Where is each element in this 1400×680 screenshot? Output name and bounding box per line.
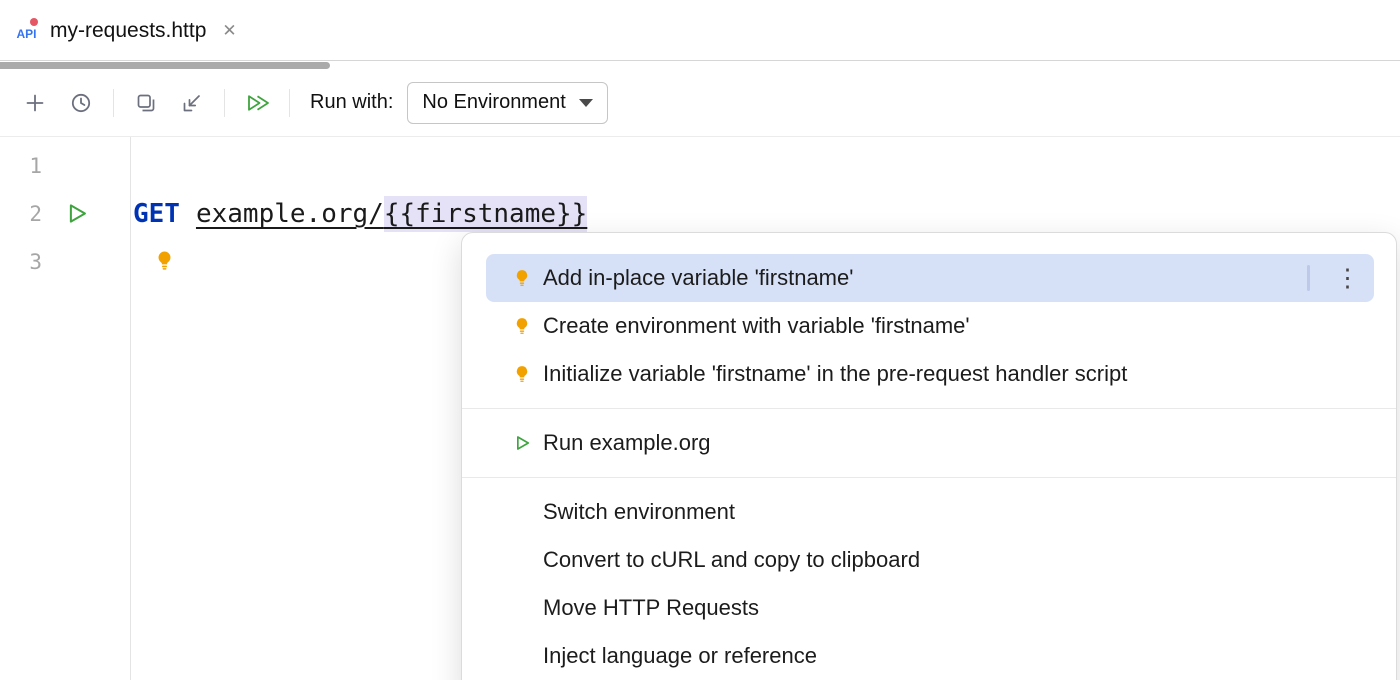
run-all-requests-button[interactable] [234,80,280,126]
popup-item-move-http-requests[interactable]: Move HTTP Requests [486,584,1374,632]
lightbulb-icon [512,267,532,289]
http-file-icon: API [13,17,40,44]
tab-my-requests[interactable]: API my-requests.http ✕ [0,0,253,61]
environment-dropdown[interactable]: No Environment [407,82,607,124]
request-line[interactable]: GET example.org/{{firstname}} [133,190,587,238]
http-method: GET [133,199,180,229]
request-url: example.org/ [196,199,384,229]
gutter-divider [130,137,131,680]
popup-separator [462,477,1396,478]
tab-close-icon[interactable]: ✕ [222,21,236,41]
lightbulb-icon [512,363,532,385]
popup-item-label: Create environment with variable 'firstn… [543,313,970,339]
popup-item-label: Initialize variable 'firstname' in the p… [543,361,1127,387]
intention-actions-popup: Add in-place variable 'firstname' ⋮ Crea… [461,232,1397,680]
chevron-down-icon [579,99,593,107]
popup-item-switch-environment[interactable]: Switch environment [486,488,1374,536]
tab-title: my-requests.http [50,19,206,43]
line-number-1: 1 [0,152,42,180]
copy-request-button[interactable] [123,80,169,126]
lightbulb-icon [512,315,532,337]
import-arrow-icon [180,91,204,115]
popup-item-label: Run example.org [543,430,711,456]
run-with-label: Run with: [310,91,393,114]
popup-item-create-environment[interactable]: Create environment with variable 'firstn… [486,302,1374,350]
intention-lightbulb-icon[interactable] [153,249,176,272]
run-all-icon [244,91,270,115]
toolbar-separator [113,89,114,117]
line-number-3: 3 [0,248,42,276]
toolbar-separator [224,89,225,117]
more-options-icon[interactable]: ⋮ [1335,266,1364,291]
popup-item-add-in-place-variable[interactable]: Add in-place variable 'firstname' ⋮ [486,254,1374,302]
ide-window: API my-requests.http ✕ Run with: No Env [0,0,1400,680]
add-request-button[interactable] [12,80,58,126]
run-request-gutter-icon[interactable] [63,200,90,227]
toolbar-separator [289,89,290,117]
plus-icon [23,91,47,115]
copy-icon [134,91,158,115]
line-number-2: 2 [0,200,42,228]
environment-value: No Environment [422,91,565,114]
popup-item-label: Add in-place variable 'firstname' [543,265,853,291]
popup-item-initialize-variable[interactable]: Initialize variable 'firstname' in the p… [486,350,1374,398]
tab-scroll-indicator [0,62,330,69]
popup-item-convert-to-curl[interactable]: Convert to cURL and copy to clipboard [486,536,1374,584]
popup-item-run-request[interactable]: Run example.org [486,419,1374,467]
clock-icon [69,91,93,115]
submenu-divider [1307,265,1310,291]
http-client-toolbar: Run with: No Environment [0,69,1400,137]
run-icon [512,432,532,454]
request-variable: {{firstname}} [384,196,588,232]
popup-item-label: Convert to cURL and copy to clipboard [543,547,920,573]
requests-history-button[interactable] [58,80,104,126]
popup-item-inject-language[interactable]: Inject language or reference [486,632,1374,680]
open-in-editor-button[interactable] [169,80,215,126]
popup-separator [462,408,1396,409]
editor-tab-bar: API my-requests.http ✕ [0,0,1400,61]
popup-item-label: Move HTTP Requests [543,595,759,621]
popup-item-label: Switch environment [543,499,735,525]
popup-item-label: Inject language or reference [543,643,817,669]
